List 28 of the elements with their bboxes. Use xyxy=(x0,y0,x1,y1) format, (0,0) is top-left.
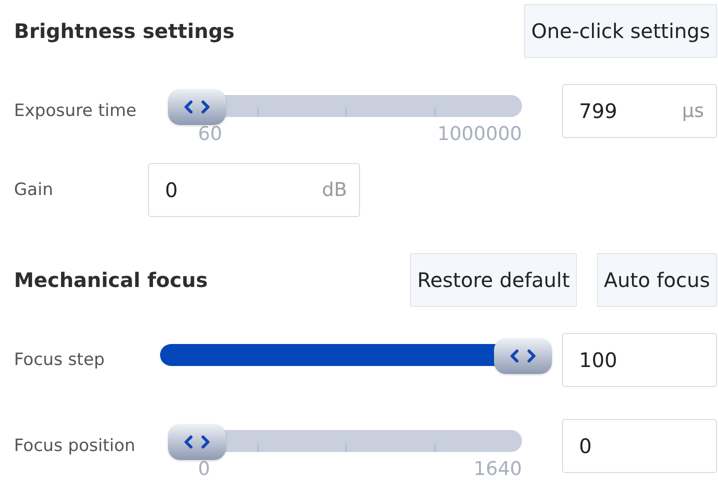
range-label: 1000000 xyxy=(437,123,522,145)
field-label: Focus position xyxy=(14,435,136,458)
slider[interactable] xyxy=(168,89,522,125)
slider-handle[interactable] xyxy=(494,338,552,374)
field-label: Exposure time xyxy=(14,100,138,123)
chevrons-icon xyxy=(509,349,537,363)
slider-handle[interactable] xyxy=(168,424,226,460)
range-label: 60 xyxy=(198,123,222,145)
unit-label: dB xyxy=(322,179,347,201)
input-field[interactable]: 100 xyxy=(562,333,717,387)
slider[interactable] xyxy=(160,338,552,374)
input-field[interactable]: 799 μs xyxy=(562,84,717,138)
input-field[interactable]: 0 xyxy=(562,419,717,473)
action-button[interactable]: Auto focus xyxy=(596,253,717,307)
action-button[interactable]: Restore default xyxy=(410,253,577,307)
unit-label: μs xyxy=(682,100,704,122)
field-label: Focus step xyxy=(14,349,106,372)
chevrons-icon xyxy=(183,100,211,114)
action-button[interactable]: One-click settings xyxy=(524,4,717,58)
input-field[interactable]: 0 dB xyxy=(148,163,360,217)
section-title: Mechanical focus xyxy=(14,268,209,292)
field-label: Gain xyxy=(14,179,54,202)
range-label: 0 xyxy=(198,458,210,480)
slider[interactable] xyxy=(168,424,522,460)
slider-handle[interactable] xyxy=(168,89,226,125)
chevrons-icon xyxy=(183,435,211,449)
range-label: 1640 xyxy=(474,458,522,480)
section-title: Brightness settings xyxy=(14,19,236,43)
